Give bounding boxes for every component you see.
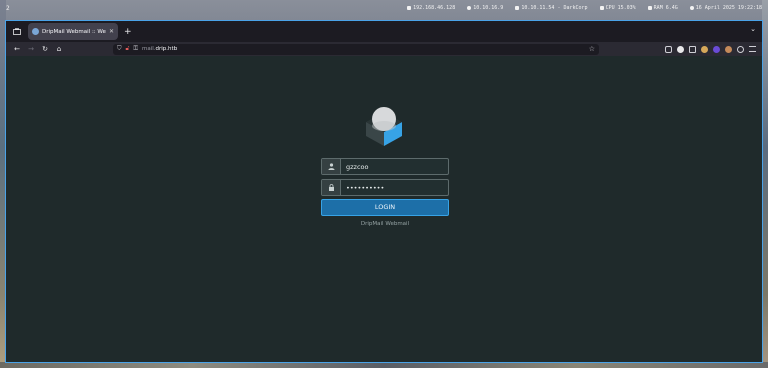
home-icon[interactable]: ⌂: [52, 45, 66, 53]
pocket-icon[interactable]: [665, 45, 672, 53]
cpu-icon: [599, 6, 604, 10]
user-icon: [322, 159, 341, 174]
login-button[interactable]: LOGIN: [321, 199, 449, 216]
settings-gear-icon[interactable]: [737, 45, 744, 53]
url-text[interactable]: mail.drip.htb: [142, 46, 177, 52]
monitor-icon: [407, 6, 412, 10]
reload-icon[interactable]: ↻: [38, 45, 52, 53]
shield-icon[interactable]: ⛉: [117, 45, 122, 53]
address-bar[interactable]: ⛉ 🔓︎ ⚿ mail.drip.htb ☆: [113, 43, 599, 55]
username-field[interactable]: [321, 158, 449, 175]
clock-icon: [689, 6, 694, 10]
list-tabs-chevron-icon[interactable]: ⌄: [750, 25, 756, 33]
stat-target: 10.10.11.54 - DarkCorp: [515, 5, 588, 11]
globe-icon: [467, 6, 472, 10]
hamburger-menu-icon[interactable]: [749, 46, 756, 52]
stat-clock: 16 April 2025 19:22:18: [689, 5, 762, 11]
username-input[interactable]: [341, 159, 448, 174]
forward-arrow-icon[interactable]: →: [24, 45, 38, 53]
workspace-indicator[interactable]: 2: [6, 5, 10, 12]
puzzle-icon[interactable]: [689, 45, 696, 53]
favicon-icon: [32, 28, 39, 35]
wappalyzer-icon[interactable]: [713, 45, 720, 53]
lock-icon: [322, 180, 341, 195]
password-field[interactable]: [321, 179, 449, 196]
bookmark-star-icon[interactable]: ☆: [589, 45, 595, 53]
webmail-footer: DripMail Webmail: [360, 221, 410, 227]
new-tab-button[interactable]: +: [124, 27, 132, 37]
password-input[interactable]: [341, 180, 448, 195]
navigation-bar: ← → ↻ ⌂ ⛉ 🔓︎ ⚿ mail.drip.htb ☆: [6, 42, 762, 56]
page-content: LOGIN DripMail Webmail: [6, 56, 762, 362]
tab-title: DripMail Webmail :: Welcome: [42, 28, 106, 35]
stat-ram: RAM 6.4G: [647, 5, 678, 11]
close-tab-icon[interactable]: ✕: [109, 28, 114, 35]
key-icon[interactable]: ⚿: [133, 45, 138, 53]
target-icon: [515, 6, 520, 10]
roundcube-logo-icon: [366, 107, 402, 146]
back-arrow-icon[interactable]: ←: [10, 45, 24, 53]
extension-x-icon[interactable]: [677, 45, 684, 53]
ram-icon: [647, 6, 652, 10]
stat-local-ip: 192.168.46.128: [407, 5, 455, 11]
cookie-icon[interactable]: [701, 45, 708, 53]
status-stats: 192.168.46.128 10.10.16.9 10.10.11.54 - …: [407, 5, 762, 11]
tab-bar: DripMail Webmail :: Welcome ✕ + ⌄: [6, 21, 762, 42]
insecure-lock-icon[interactable]: 🔓︎: [126, 45, 130, 53]
extensions-toolbar: [665, 43, 756, 55]
stat-vpn-ip: 10.10.16.9: [467, 5, 503, 11]
foxyproxy-icon[interactable]: [725, 45, 732, 53]
browser-window: DripMail Webmail :: Welcome ✕ + ⌄ ← → ↻ …: [5, 20, 763, 363]
stat-cpu: CPU 15.03%: [599, 5, 636, 11]
tab-dripmail[interactable]: DripMail Webmail :: Welcome ✕: [28, 23, 118, 40]
system-status-bar: 2 192.168.46.128 10.10.16.9 10.10.11.54 …: [0, 0, 768, 16]
tab-overview-icon[interactable]: [10, 25, 24, 39]
